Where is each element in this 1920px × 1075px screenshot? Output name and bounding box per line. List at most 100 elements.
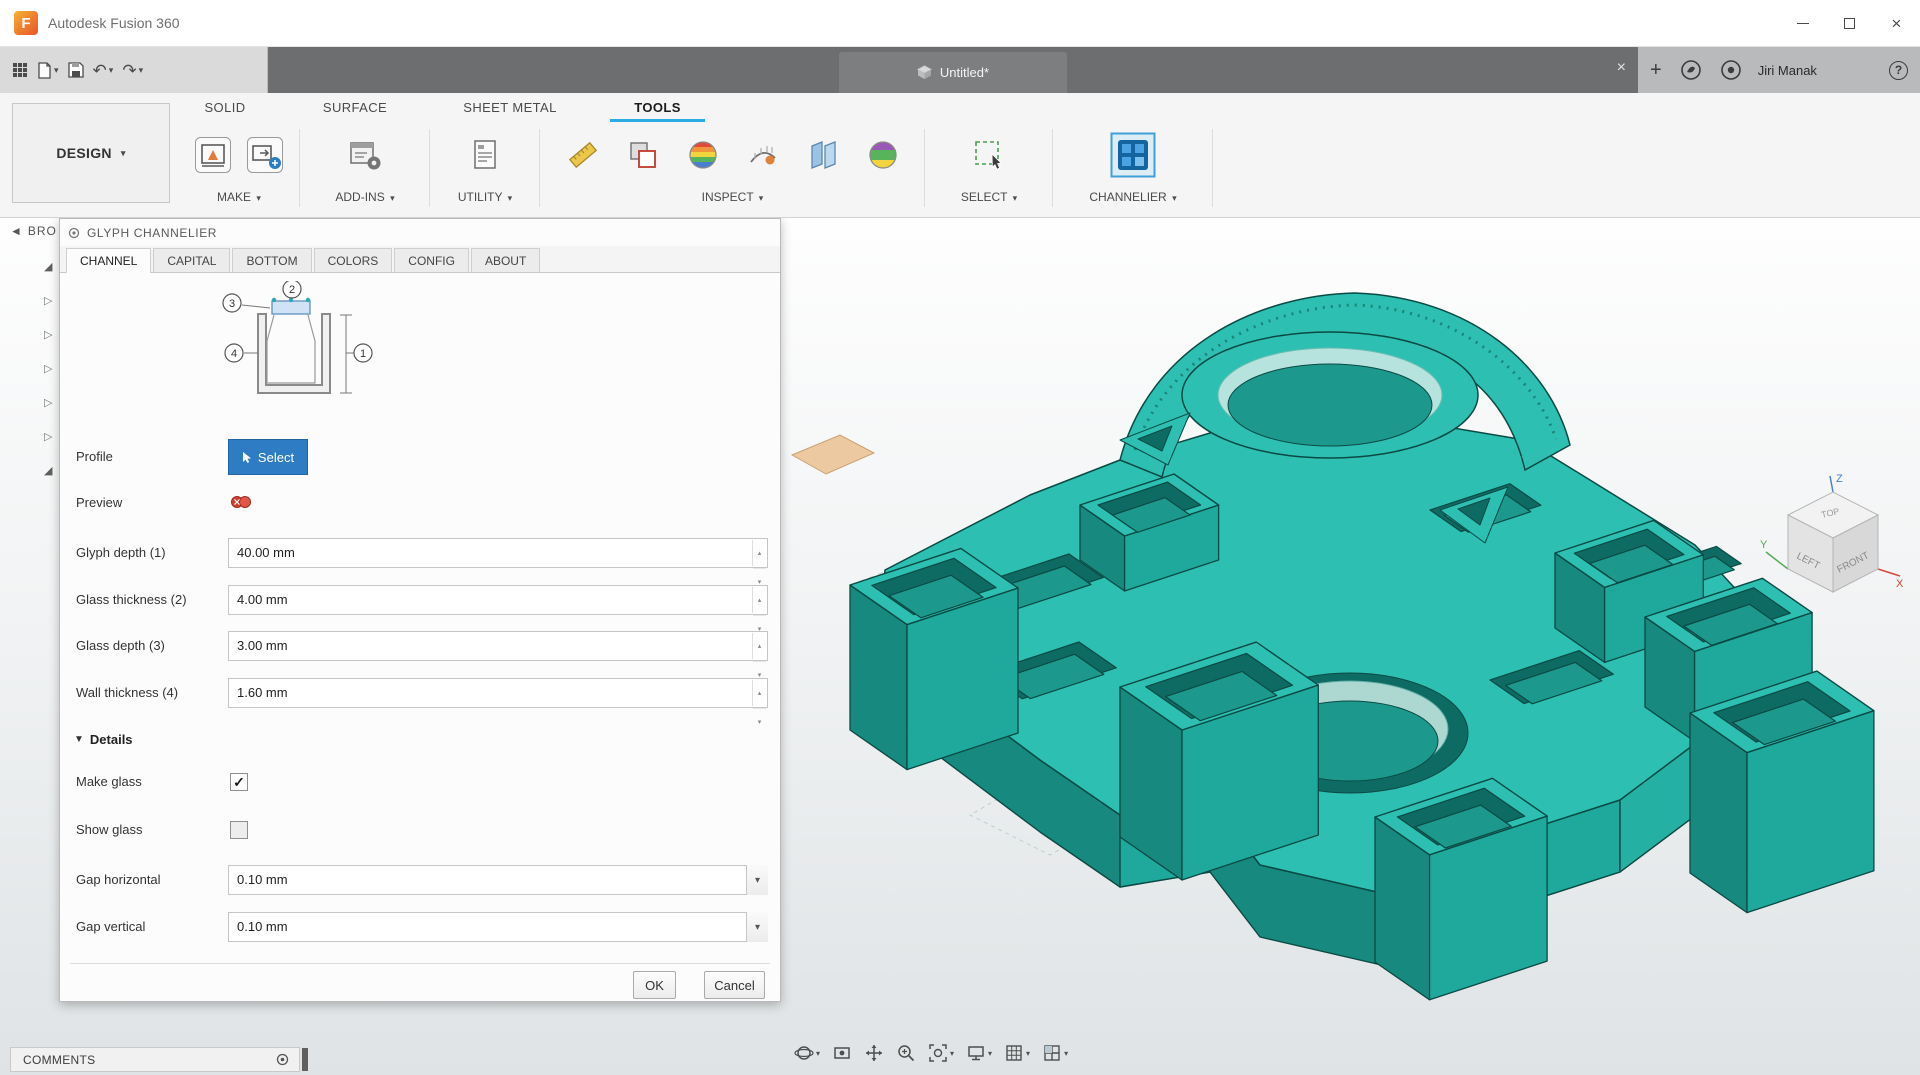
comments-resize-handle[interactable] — [302, 1048, 308, 1071]
glass-depth-spinner[interactable]: ▴▾ — [752, 633, 766, 659]
new-document-tab-button[interactable]: + — [1650, 59, 1662, 82]
gap-vertical-dropdown-icon[interactable]: ▾ — [746, 912, 768, 942]
group-label-channelier[interactable]: CHANNELIER ▾ — [1053, 190, 1213, 204]
workspace-selector[interactable]: DESIGN ▾ — [12, 103, 170, 203]
dialog-tab-config[interactable]: CONFIG — [394, 248, 469, 272]
browser-node-icon[interactable]: ▷ — [44, 296, 52, 307]
scripts-addins-icon[interactable] — [347, 137, 383, 173]
channelier-addin-icon[interactable] — [1110, 132, 1156, 178]
gap-horizontal-dropdown-icon[interactable]: ▾ — [746, 865, 768, 895]
glyph-depth-input[interactable]: 40.00 mm ▴▾ — [228, 538, 768, 568]
browser-node-icon[interactable]: ▷ — [44, 330, 52, 341]
browser-node-expanded-icon[interactable]: ◢ — [44, 262, 52, 273]
dialog-tab-about[interactable]: ABOUT — [471, 248, 540, 272]
zebra-analysis-icon[interactable] — [686, 138, 720, 172]
interference-icon[interactable] — [626, 138, 660, 172]
glass-thickness-spinner[interactable]: ▴▾ — [752, 587, 766, 613]
dialog-tab-bottom[interactable]: BOTTOM — [232, 248, 311, 272]
preview-error-icon[interactable] — [230, 495, 252, 509]
channelier-caret-icon: ▾ — [1172, 193, 1177, 203]
dialog-tab-capital[interactable]: CAPITAL — [153, 248, 230, 272]
group-label-addins[interactable]: ADD-INS ▾ — [300, 190, 430, 204]
document-cube-icon — [917, 65, 932, 80]
browser-node-icon[interactable]: ▷ — [44, 398, 52, 409]
pan-button[interactable] — [858, 1039, 890, 1067]
comments-panel[interactable]: COMMENTS — [10, 1047, 300, 1072]
display-settings-button[interactable]: ▾ — [960, 1039, 998, 1067]
browser-panel-header[interactable]: ◄ BRO — [10, 224, 57, 238]
profile-select-button[interactable]: Select — [228, 439, 308, 475]
glass-thickness-row: Glass thickness (2) 4.00 mm ▴▾ — [60, 585, 780, 615]
make-export-icon[interactable] — [246, 136, 284, 174]
user-name[interactable]: Jiri Manak — [1758, 63, 1817, 78]
wall-thickness-spinner[interactable]: ▴▾ — [752, 680, 766, 706]
notifications-icon[interactable] — [1720, 59, 1742, 81]
redo-button[interactable]: ↷▾ — [122, 62, 143, 79]
browser-node-icon[interactable]: ▷ — [44, 364, 52, 375]
undo-icon: ↶ — [93, 62, 107, 79]
ok-button[interactable]: OK — [633, 971, 676, 999]
undo-button[interactable]: ↶▾ — [93, 62, 114, 79]
viewports-button[interactable]: ▾ — [1036, 1039, 1074, 1067]
document-tab-row: ▾ ↶▾ ↷▾ Untitled* × — [0, 47, 1920, 93]
comments-pin-icon[interactable] — [276, 1053, 289, 1066]
gap-vertical-combo[interactable]: 0.10 mm ▾ — [228, 912, 768, 942]
tab-tools[interactable]: TOOLS — [610, 93, 705, 122]
workspace-label: DESIGN — [56, 145, 111, 161]
maximize-button[interactable] — [1826, 0, 1873, 46]
document-tab-untitled[interactable]: Untitled* — [839, 52, 1067, 93]
preview-row: Preview — [60, 487, 780, 519]
glyph-depth-spinner[interactable]: ▴▾ — [752, 540, 766, 566]
select-tool-icon[interactable] — [970, 136, 1008, 174]
make-glass-checkbox[interactable]: ✓ — [230, 773, 248, 791]
new-file-button[interactable]: ▾ — [37, 62, 59, 79]
group-label-select[interactable]: SELECT ▾ — [925, 190, 1053, 204]
grid-settings-button[interactable]: ▾ — [998, 1039, 1036, 1067]
group-label-utility[interactable]: UTILITY ▾ — [430, 190, 540, 204]
section-analysis-icon[interactable] — [806, 138, 840, 172]
group-label-inspect[interactable]: INSPECT ▾ — [540, 190, 925, 204]
tab-surface[interactable]: SURFACE — [300, 93, 410, 122]
3d-channel-letters-model[interactable] — [790, 255, 1875, 1055]
dialog-header[interactable]: GLYPH CHANNELIER — [60, 219, 780, 246]
fit-button[interactable]: ▾ — [922, 1039, 960, 1067]
extensions-icon[interactable] — [1680, 59, 1702, 81]
tab-sheet-metal[interactable]: SHEET METAL — [440, 93, 580, 122]
show-glass-checkbox[interactable]: ✓ — [230, 821, 248, 839]
orbit-button[interactable]: ▾ — [788, 1039, 826, 1067]
wall-thickness-input[interactable]: 1.60 mm ▴▾ — [228, 678, 768, 708]
help-button[interactable]: ? — [1889, 61, 1908, 80]
workspace-caret-icon: ▾ — [121, 148, 126, 159]
group-label-make[interactable]: MAKE ▾ — [178, 190, 300, 204]
glass-depth-input[interactable]: 3.00 mm ▴▾ — [228, 631, 768, 661]
browser-node-expanded-icon[interactable]: ◢ — [44, 466, 52, 477]
minimize-icon — [1797, 23, 1809, 24]
curvature-comb-icon[interactable] — [746, 138, 780, 172]
minimize-button[interactable] — [1779, 0, 1826, 46]
dialog-tab-colors[interactable]: COLORS — [314, 248, 393, 272]
draft-analysis-icon[interactable] — [866, 138, 900, 172]
document-tab-close-button[interactable]: × — [1617, 60, 1626, 76]
close-button[interactable]: × — [1873, 0, 1920, 46]
save-button[interactable] — [68, 62, 84, 78]
pan-icon — [864, 1043, 884, 1063]
gap-horizontal-combo[interactable]: 0.10 mm ▾ — [228, 865, 768, 895]
zoom-button[interactable] — [890, 1039, 922, 1067]
look-at-button[interactable] — [826, 1039, 858, 1067]
measure-icon[interactable] — [566, 138, 600, 172]
dialog-footer-divider — [70, 963, 770, 964]
cancel-button[interactable]: Cancel — [704, 971, 765, 999]
dialog-tab-channel[interactable]: CHANNEL — [66, 248, 151, 273]
app-grid-button[interactable] — [12, 62, 28, 78]
orbit-caret-icon: ▾ — [816, 1049, 820, 1058]
make-caret-icon: ▾ — [256, 193, 261, 203]
make-glass-label: Make glass — [76, 769, 142, 795]
utility-form-icon[interactable] — [467, 137, 503, 173]
glass-depth-row: Glass depth (3) 3.00 mm ▴▾ — [60, 631, 780, 661]
glass-thickness-input[interactable]: 4.00 mm ▴▾ — [228, 585, 768, 615]
3d-print-icon[interactable] — [194, 136, 232, 174]
tab-solid[interactable]: SOLID — [180, 93, 270, 122]
details-section-toggle[interactable]: ▼ Details — [74, 725, 133, 753]
view-cube[interactable]: TOP LEFT FRONT Y X Z — [1758, 470, 1908, 620]
browser-node-icon[interactable]: ▷ — [44, 432, 52, 443]
